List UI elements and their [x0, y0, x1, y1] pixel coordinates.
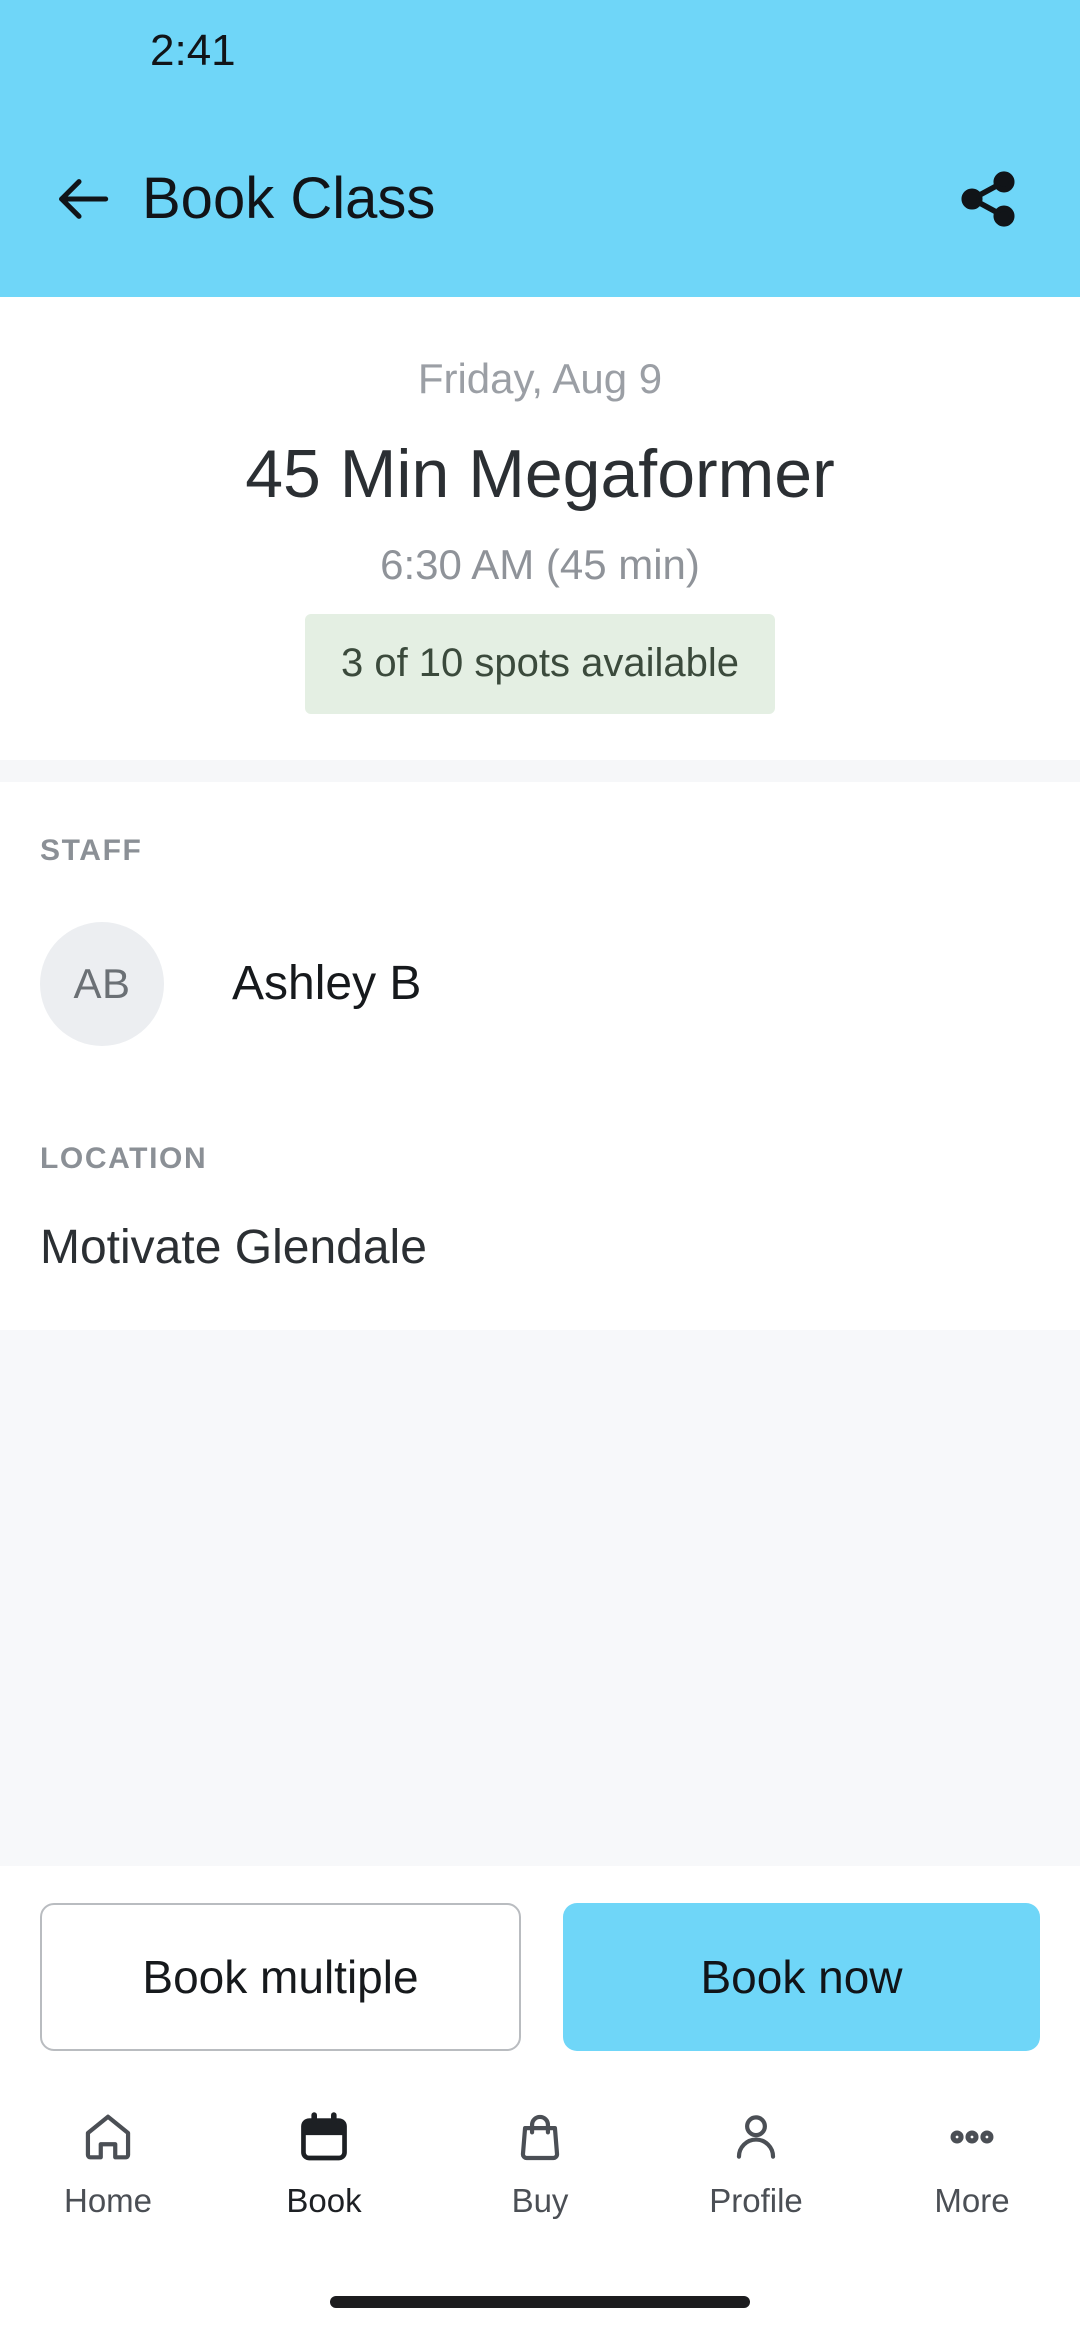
home-icon — [80, 2106, 136, 2168]
class-summary: Friday, Aug 9 45 Min Megaformer 6:30 AM … — [0, 297, 1080, 760]
content-filler — [0, 1329, 1080, 1866]
person-icon — [728, 2106, 784, 2168]
avatar-initials: AB — [73, 959, 131, 1007]
staff-row[interactable]: AB Ashley B — [40, 921, 1040, 1046]
share-button[interactable] — [948, 159, 1028, 239]
share-icon — [956, 167, 1020, 231]
spots-availability-badge: 3 of 10 spots available — [304, 613, 776, 714]
nav-item-home[interactable]: Home — [0, 2106, 216, 2217]
action-bar: Book multiple Book now — [0, 1866, 1080, 2088]
location-section-label: LOCATION — [40, 1141, 208, 1175]
nav-label-more: More — [934, 2182, 1010, 2219]
page-title: Book Class — [142, 166, 436, 231]
calendar-icon — [296, 2106, 352, 2168]
staff-name: Ashley B — [232, 956, 422, 1010]
bottom-navigation: Home Book Buy Profile More — [0, 2088, 1080, 2264]
staff-section-label: STAFF — [40, 833, 143, 867]
nav-label-buy: Buy — [511, 2182, 569, 2219]
bag-icon — [512, 2106, 568, 2168]
nav-item-profile[interactable]: Profile — [648, 2106, 864, 2217]
home-indicator-area — [0, 2264, 1080, 2340]
location-name: Motivate Glendale — [40, 1220, 427, 1274]
app-screen: 2:41 Book Class Friday, Aug 9 45 Min Meg… — [0, 0, 1080, 2340]
back-button[interactable] — [46, 162, 120, 236]
book-multiple-button[interactable]: Book multiple — [40, 1903, 521, 2051]
status-bar-clock: 2:41 — [150, 25, 236, 75]
nav-label-book: Book — [286, 2182, 362, 2219]
nav-label-home: Home — [63, 2182, 153, 2219]
nav-item-book[interactable]: Book — [216, 2106, 432, 2217]
section-divider — [0, 759, 1080, 782]
book-now-button[interactable]: Book now — [563, 1903, 1040, 2051]
nav-item-more[interactable]: More — [864, 2106, 1080, 2217]
arrow-left-icon — [51, 167, 115, 231]
class-time: 6:30 AM (45 min) — [380, 541, 700, 589]
nav-item-buy[interactable]: Buy — [432, 2106, 648, 2217]
nav-label-profile: Profile — [709, 2182, 803, 2219]
avatar: AB — [40, 921, 164, 1046]
app-bar: Book Class — [0, 101, 1080, 297]
status-bar: 2:41 — [0, 0, 1080, 101]
class-date: Friday, Aug 9 — [417, 355, 663, 402]
class-name: 45 Min Megaformer — [245, 436, 835, 513]
more-dots-icon — [944, 2106, 1000, 2168]
home-indicator[interactable] — [330, 2296, 750, 2308]
class-details: STAFF AB Ashley B LOCATION Motivate Glen… — [0, 781, 1080, 1330]
